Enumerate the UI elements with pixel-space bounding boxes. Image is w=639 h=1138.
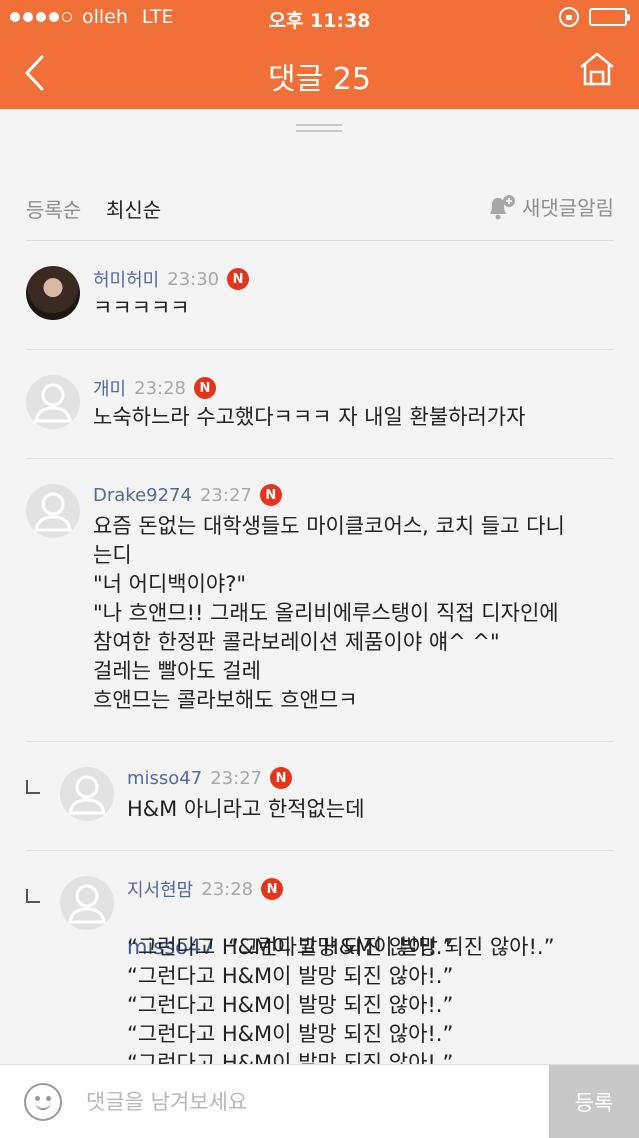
home-button[interactable]	[579, 52, 615, 86]
nav-bar: 댓글 25	[0, 36, 639, 109]
default-avatar-icon	[68, 884, 106, 924]
drag-handle[interactable]	[296, 124, 342, 132]
divider	[26, 240, 614, 241]
comment-author[interactable]: misso47	[127, 768, 202, 789]
bell-icon	[490, 194, 515, 219]
default-avatar-icon	[34, 492, 72, 532]
reply-indicator-icon	[26, 889, 40, 903]
submit-button[interactable]: 등록	[549, 1065, 639, 1138]
comment-meta: 허미허미 23:30 N	[93, 266, 250, 292]
avatar[interactable]	[26, 484, 80, 538]
new-comment-notify-toggle[interactable]: 새댓글알림	[486, 192, 614, 221]
new-badge: N	[261, 878, 284, 900]
default-avatar-icon	[68, 775, 106, 815]
page-title: 댓글 25	[268, 62, 371, 97]
comment-input-bar: 등록	[0, 1064, 639, 1138]
sort-by-latest[interactable]: 최신순	[106, 194, 161, 223]
comment-meta: 개미 23:28 N	[93, 375, 216, 401]
comment-author[interactable]: 개미	[93, 375, 126, 401]
comment-text: 노숙하느라 수고했다ㅋㅋㅋ 자 내일 환불하러가자	[93, 405, 526, 429]
battery-icon	[589, 8, 630, 26]
divider	[26, 850, 614, 851]
comment-meta: Drake9274 23:27 N	[93, 484, 282, 506]
notify-label: 새댓글알림	[522, 196, 614, 220]
new-badge: N	[259, 484, 282, 506]
comment-time: 23:28	[201, 878, 254, 900]
status-time: 오후 11:38	[268, 10, 371, 32]
divider	[26, 741, 614, 742]
divider	[26, 458, 614, 459]
comment-meta: misso47 23:27 N	[127, 767, 293, 789]
default-avatar-icon	[34, 383, 72, 423]
comment-meta: 지서현맘 23:28 N	[127, 876, 284, 902]
sort-bar: 등록순 최신순 새댓글알림	[26, 190, 614, 222]
comment-input[interactable]	[86, 1083, 526, 1121]
avatar[interactable]	[26, 266, 80, 320]
comment-time: 23:27	[199, 484, 252, 506]
comment-author[interactable]: Drake9274	[93, 485, 192, 506]
comment-text: 요즘 돈없는 대학생들도 마이클코어스, 코치 들고 다니 는디 "너 어디백이…	[93, 514, 565, 712]
status-bar: olleh LTE 오후 11:38	[0, 0, 639, 36]
divider	[26, 349, 614, 350]
new-badge: N	[227, 268, 250, 290]
new-badge: N	[194, 377, 216, 399]
comment-time: 23:27	[210, 767, 263, 789]
comment-author[interactable]: 허미허미	[93, 266, 159, 292]
sort-by-registration[interactable]: 등록순	[26, 194, 81, 223]
avatar[interactable]	[60, 876, 114, 930]
new-badge: N	[270, 767, 293, 789]
status-right	[559, 7, 630, 27]
reply-indicator-icon	[26, 780, 40, 794]
comment-text: “그런다고 H&M이 발망 되진 않아!.” “그런다고 H&M이 발망 되진 …	[127, 935, 454, 1075]
emoticon-icon[interactable]	[24, 1083, 62, 1121]
avatar[interactable]	[60, 767, 114, 821]
rotation-lock-icon	[559, 7, 579, 27]
comment-author[interactable]: 지서현맘	[127, 876, 193, 902]
comment-time: 23:30	[167, 268, 220, 290]
comment-text: ㅋㅋㅋㅋㅋ	[93, 296, 190, 320]
avatar[interactable]	[26, 375, 80, 429]
comment-time: 23:28	[134, 377, 186, 399]
comment-text: H&M 아니라고 한적없는데	[127, 797, 365, 821]
